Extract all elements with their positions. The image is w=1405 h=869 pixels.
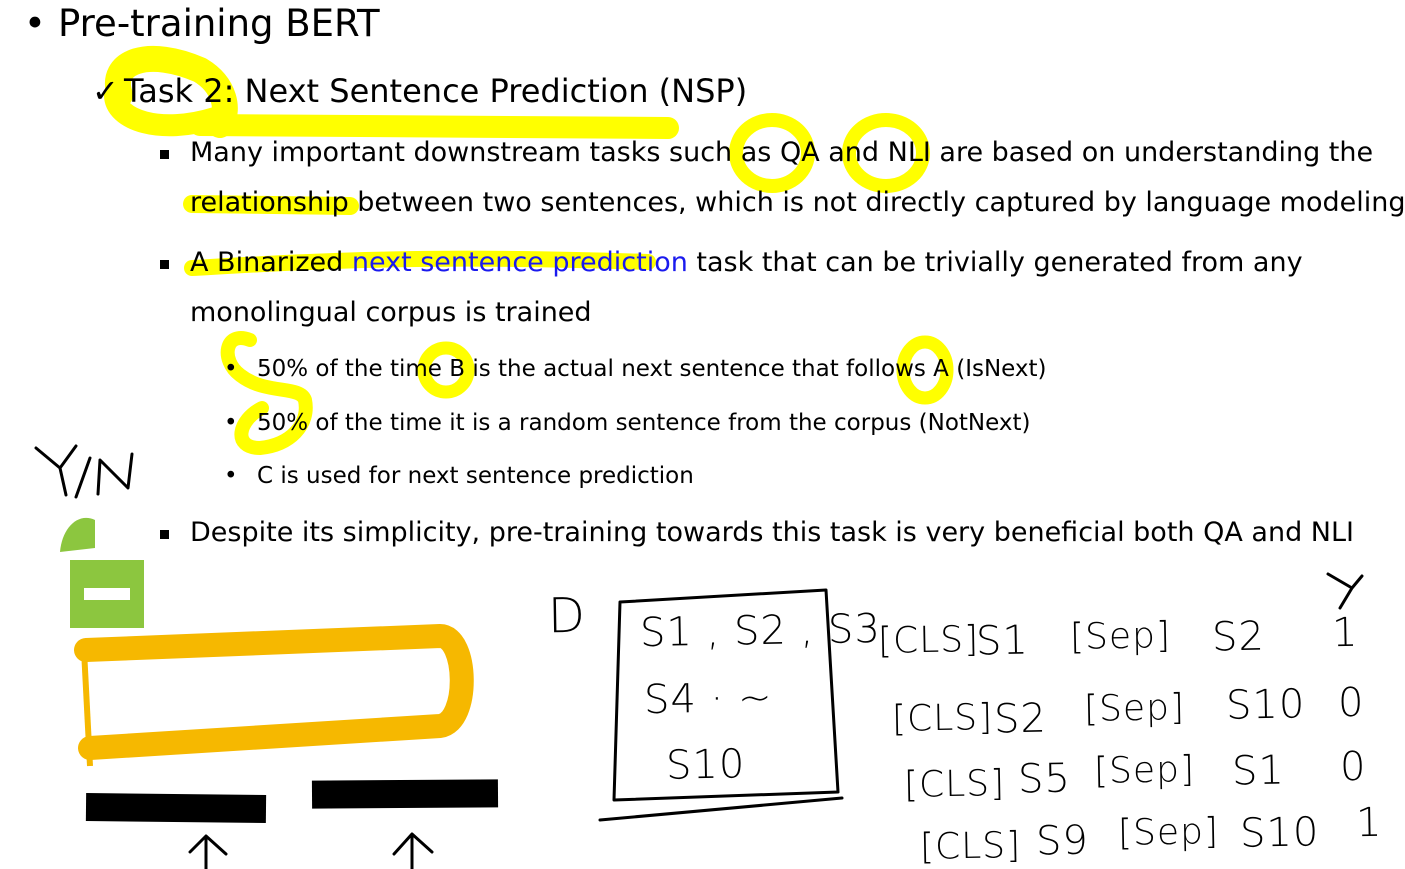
pair-3-a: S5 bbox=[1017, 755, 1072, 803]
model-block-sketch bbox=[74, 624, 474, 767]
task-heading: Task 2: Next Sentence Prediction (NSP) bbox=[124, 72, 748, 110]
pair-4-cls: [CLS] bbox=[919, 825, 1022, 868]
corpus-line-3: S10 bbox=[665, 741, 746, 789]
input-sketch bbox=[85, 779, 499, 869]
title-bullet: • bbox=[24, 2, 46, 45]
yn-handwriting bbox=[34, 444, 134, 499]
pair-2-a: S2 bbox=[993, 695, 1048, 743]
pair-1-cls: [CLS] bbox=[877, 619, 980, 662]
pair-4-b: S10 bbox=[1239, 809, 1320, 857]
pair-3-cls: [CLS] bbox=[903, 763, 1006, 806]
classifier-sketch bbox=[60, 517, 144, 628]
point-1-line-2: relationship between two sentences, whic… bbox=[190, 187, 1405, 218]
pair-4-a: S9 bbox=[1035, 817, 1090, 865]
pair-3-sep: [Sep] bbox=[1093, 749, 1196, 792]
point-2-line-2: monolingual corpus is trained bbox=[190, 297, 592, 328]
sub-point-2: 50% of the time it is a random sentence … bbox=[257, 410, 1031, 436]
pair-2-b: S10 bbox=[1225, 681, 1306, 729]
corpus-label: D bbox=[547, 587, 587, 645]
pair-1-label: 1 bbox=[1331, 609, 1359, 657]
sub-bullet: • bbox=[224, 356, 238, 382]
slide-title: Pre-training BERT bbox=[58, 2, 380, 45]
square-bullet bbox=[160, 150, 169, 159]
sub-bullet: • bbox=[224, 463, 238, 489]
pair-2-sep: [Sep] bbox=[1083, 687, 1186, 730]
pair-3-label: 0 bbox=[1339, 743, 1367, 791]
sub-bullet: • bbox=[224, 410, 238, 436]
pair-1-b: S2 bbox=[1211, 613, 1266, 661]
point-2-line-1: A Binarized next sentence prediction tas… bbox=[190, 247, 1303, 278]
corpus-line-2: S4 · ~ bbox=[643, 674, 773, 724]
pair-2-label: 0 bbox=[1337, 679, 1365, 727]
point-2-suffix: task that can be trivially generated fro… bbox=[687, 247, 1303, 278]
pair-4-sep: [Sep] bbox=[1117, 811, 1220, 854]
point-2-link-text: next sentence prediction bbox=[351, 247, 688, 278]
corpus-line-1: S1 , S2 , S3 bbox=[639, 605, 882, 657]
point-1-line-1: Many important downstream tasks such as … bbox=[190, 137, 1374, 168]
square-bullet bbox=[160, 530, 169, 539]
point-2-prefix: A Binarized bbox=[190, 247, 352, 278]
square-bullet bbox=[160, 260, 169, 269]
pair-1-sep: [Sep] bbox=[1069, 615, 1172, 658]
point-3-line-1: Despite its simplicity, pre-training tow… bbox=[190, 517, 1354, 548]
pair-3-b: S1 bbox=[1231, 747, 1286, 795]
check-mark-icon: ✓ bbox=[92, 72, 119, 110]
sub-point-3: C is used for next sentence prediction bbox=[257, 463, 694, 489]
pair-4-label: 1 bbox=[1355, 799, 1383, 847]
pair-2-cls: [CLS] bbox=[891, 697, 994, 740]
pair-1-a: S1 bbox=[975, 617, 1030, 665]
sub-point-1: 50% of the time B is the actual next sen… bbox=[257, 356, 1047, 382]
